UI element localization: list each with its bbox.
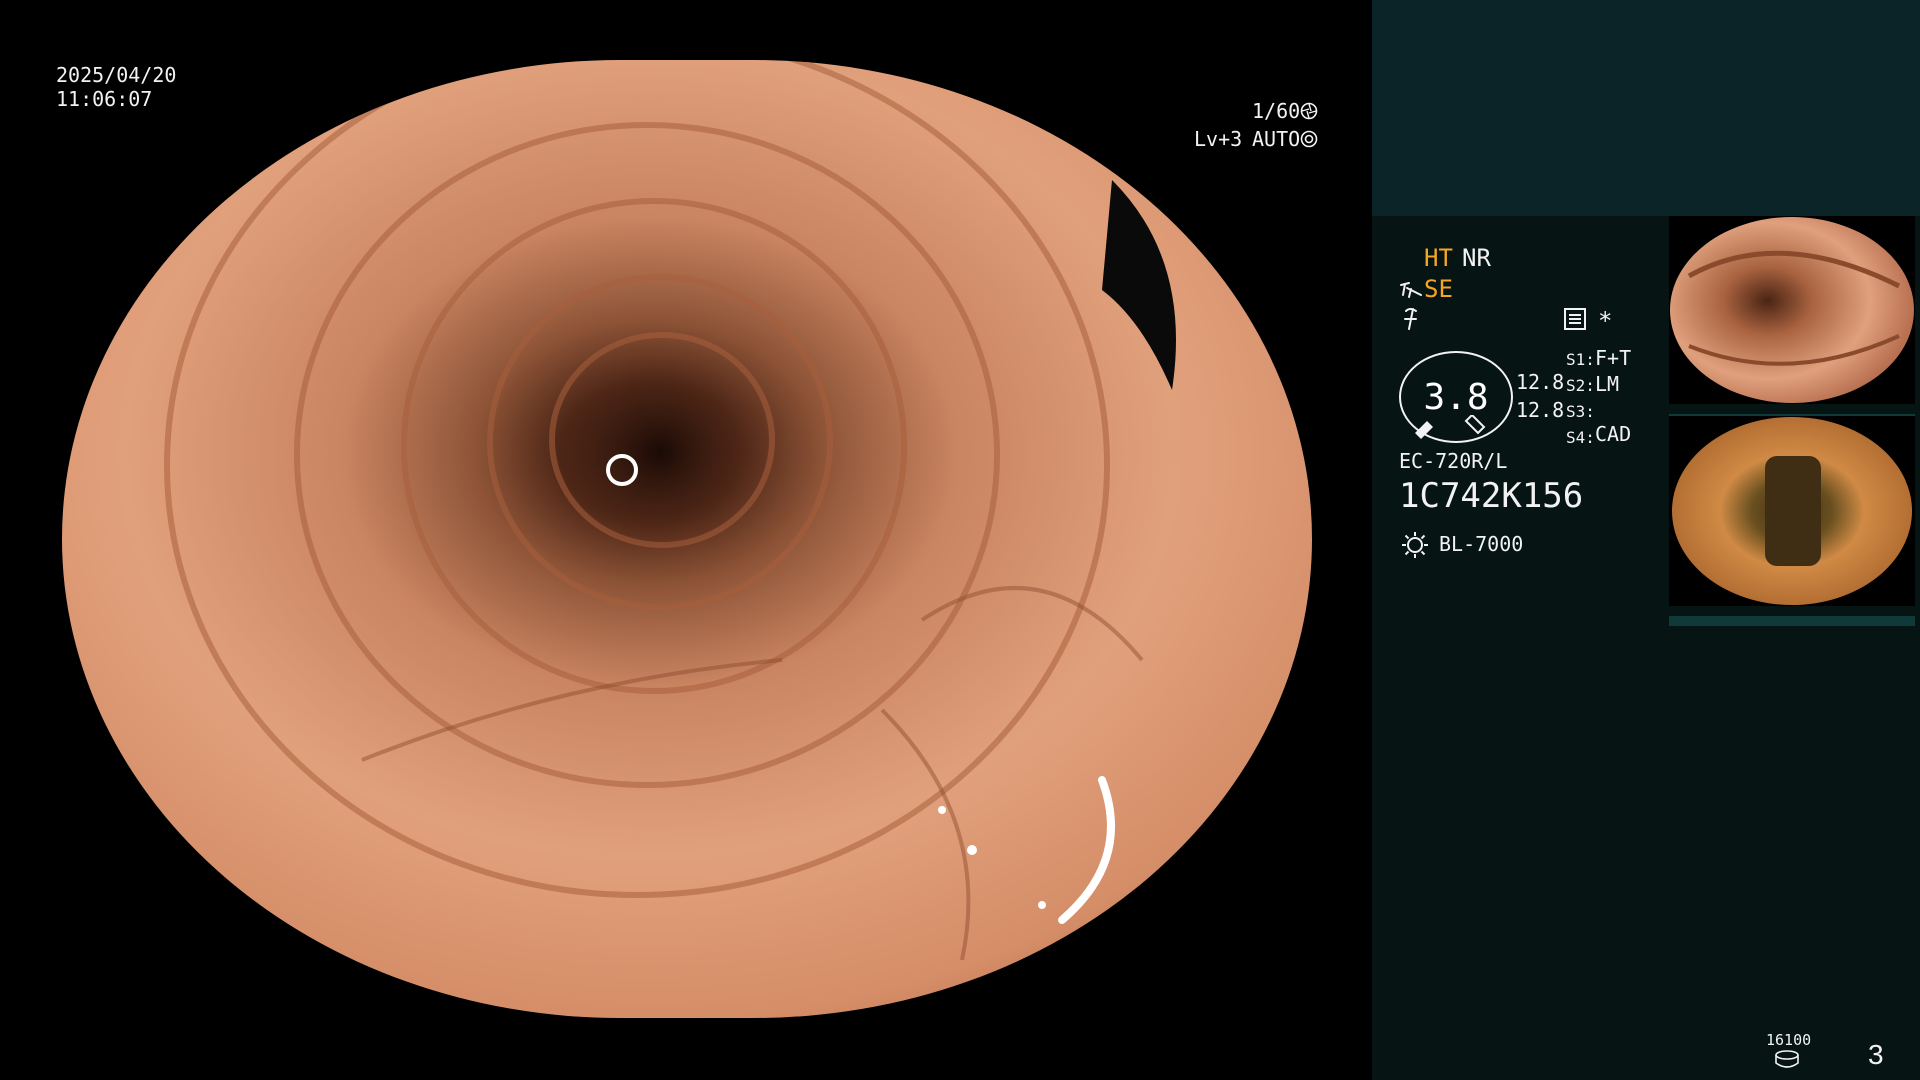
s2-key: S2: bbox=[1566, 376, 1595, 395]
record-counter: 16100 bbox=[1766, 1031, 1812, 1049]
zoom-lower-value: 12.8 bbox=[1516, 398, 1565, 422]
thumbnail-1[interactable] bbox=[1669, 216, 1915, 424]
time-text: 11:06:07 bbox=[56, 87, 153, 111]
disk-icon bbox=[1775, 1050, 1799, 1068]
scope-model: EC-720R/L bbox=[1399, 449, 1508, 473]
date-text: 2025/04/20 bbox=[56, 63, 177, 87]
s1-value: F+T bbox=[1595, 346, 1632, 370]
zoom-upper-value: 12.8 bbox=[1516, 370, 1565, 394]
s2-value: LM bbox=[1595, 372, 1620, 396]
zoom-tele-icon bbox=[1464, 415, 1486, 435]
ht-indicator: HT bbox=[1424, 244, 1453, 272]
memory-icon bbox=[1564, 308, 1586, 330]
zoom-wide-icon bbox=[1415, 421, 1433, 439]
se-indicator: SE bbox=[1424, 275, 1453, 303]
thumbnail-2[interactable] bbox=[1669, 416, 1915, 626]
se-icon bbox=[1400, 282, 1422, 298]
nr-indicator: NR bbox=[1462, 244, 1491, 272]
thumbnail-1-image bbox=[1669, 216, 1915, 404]
colon-lumen-image bbox=[62, 60, 1312, 1018]
iris-mode: AUTO bbox=[1252, 127, 1301, 151]
thumbnail-2-image bbox=[1669, 416, 1915, 606]
s3-key: S3: bbox=[1566, 402, 1595, 421]
shutter-speed: 1/60 bbox=[1252, 99, 1301, 123]
iris-icon bbox=[1300, 130, 1318, 148]
scope-serial: 1C742K156 bbox=[1399, 476, 1584, 516]
shutter-icon bbox=[1300, 102, 1318, 120]
zoom-value: 3.8 bbox=[1423, 376, 1489, 418]
light-source-icon bbox=[1402, 532, 1428, 558]
brightness-level: Lv+3 bbox=[1194, 127, 1243, 151]
page-number: 3 bbox=[1868, 1039, 1884, 1070]
s4-key: S4: bbox=[1566, 428, 1595, 447]
light-source-model: BL-7000 bbox=[1439, 532, 1524, 556]
flash-icon bbox=[1404, 308, 1417, 330]
endoscope-image bbox=[62, 60, 1312, 1018]
s4-value: CAD bbox=[1595, 422, 1632, 446]
s1-key: S1: bbox=[1566, 350, 1595, 369]
asterisk-indicator: * bbox=[1598, 307, 1613, 335]
panel-header-area bbox=[1372, 0, 1920, 216]
